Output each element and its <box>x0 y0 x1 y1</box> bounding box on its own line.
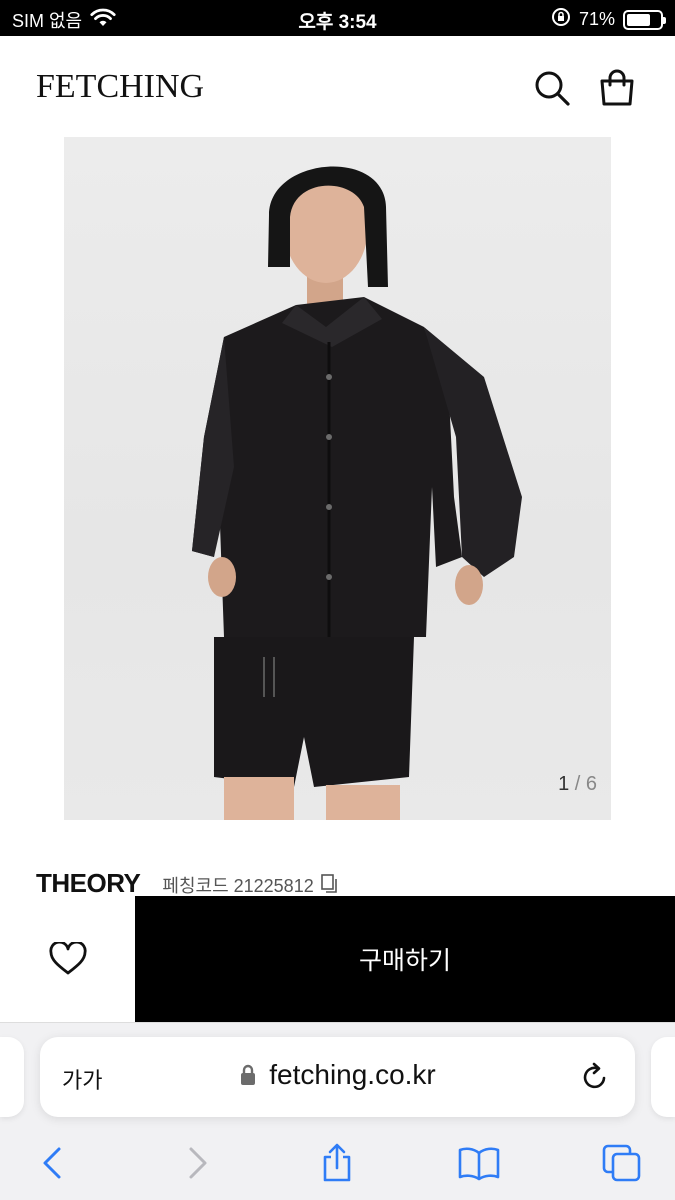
site-header: FETCHING <box>0 36 675 136</box>
previous-tab-preview[interactable] <box>0 1037 24 1117</box>
status-bar: SIM 없음 오후 3:54 71% <box>0 0 675 36</box>
site-logo[interactable]: FETCHING <box>36 68 204 106</box>
image-counter-current: 1 <box>558 773 570 795</box>
browser-chrome: 가가 fetching.co.kr <box>0 1022 675 1200</box>
product-brand[interactable]: THEORY <box>36 868 141 899</box>
lock-icon <box>241 1064 256 1085</box>
reload-button[interactable] <box>577 1059 613 1095</box>
status-right: 71% <box>551 7 666 32</box>
copy-icon[interactable] <box>320 873 338 898</box>
wishlist-button[interactable] <box>0 896 135 1022</box>
bookmarks-button[interactable] <box>455 1141 503 1185</box>
image-counter-total: 6 <box>585 773 597 795</box>
cart-button[interactable] <box>597 68 637 108</box>
heart-icon <box>48 942 87 975</box>
product-code-label: 페칭코드 21225812 <box>162 876 314 896</box>
forward-arrow-icon <box>189 1147 207 1179</box>
image-counter: 1 / 6 <box>558 773 597 796</box>
url-display[interactable]: fetching.co.kr <box>40 1059 635 1091</box>
back-arrow-icon <box>43 1147 61 1179</box>
shopping-bag-icon <box>600 69 634 106</box>
bookmarks-icon <box>458 1147 500 1181</box>
purchase-bar: 구매하기 <box>0 896 675 1022</box>
forward-button[interactable] <box>174 1141 222 1185</box>
url-text: fetching.co.kr <box>269 1059 436 1090</box>
search-icon <box>535 71 570 106</box>
product-brand-row: THEORY 페칭코드 21225812 <box>36 868 338 899</box>
product-image[interactable]: 1 / 6 <box>64 137 611 820</box>
image-counter-separator: / <box>574 773 581 795</box>
buy-button[interactable]: 구매하기 <box>135 896 675 1022</box>
battery-fill <box>627 13 650 26</box>
browser-toolbar <box>0 1133 675 1193</box>
share-button[interactable] <box>313 1141 361 1185</box>
next-tab-preview[interactable] <box>651 1037 675 1117</box>
back-button[interactable] <box>28 1141 76 1185</box>
tabs-button[interactable] <box>598 1141 646 1185</box>
reload-icon <box>583 1062 606 1089</box>
orientation-lock-icon <box>551 7 571 32</box>
share-icon <box>323 1143 351 1182</box>
tabs-icon <box>602 1144 641 1182</box>
battery-icon <box>623 9 666 30</box>
product-photo <box>192 166 522 820</box>
search-button[interactable] <box>532 68 572 108</box>
product-code: 페칭코드 21225812 <box>162 872 337 898</box>
address-bar[interactable]: 가가 fetching.co.kr <box>40 1037 635 1117</box>
battery-percent: 71% <box>578 9 615 29</box>
